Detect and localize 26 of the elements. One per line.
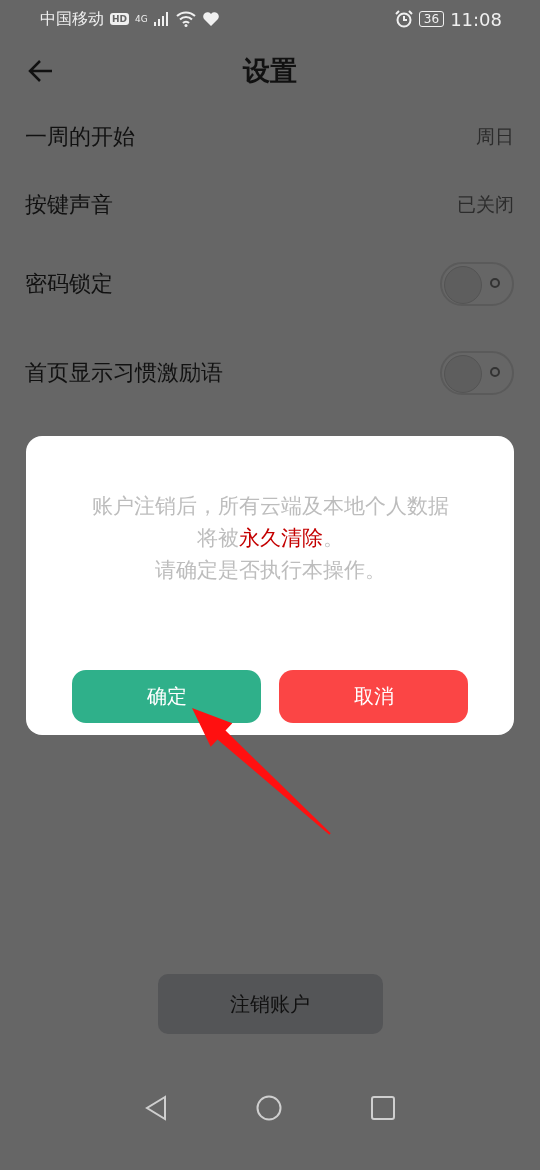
confirm-button[interactable]: 确定 <box>72 670 261 723</box>
delete-account-button[interactable]: 注销账户 <box>157 974 383 1034</box>
hd-badge: HD <box>110 13 129 25</box>
toggle-switch[interactable] <box>440 351 514 395</box>
signal-icon <box>153 12 170 26</box>
setting-label: 按键声音 <box>25 191 113 219</box>
battery-icon: 36 <box>418 11 445 27</box>
clock-time: 11:08 <box>450 8 502 30</box>
home-icon[interactable] <box>256 1095 282 1121</box>
setting-label: 一周的开始 <box>25 123 135 151</box>
cancel-button[interactable]: 取消 <box>279 670 468 723</box>
wifi-icon <box>175 11 196 27</box>
back-icon[interactable] <box>144 1095 167 1121</box>
carrier-name: 中国移动 <box>40 8 104 30</box>
network-type: 4G <box>135 14 148 24</box>
back-arrow-icon[interactable] <box>28 59 54 83</box>
dialog-message: 账户注销后，所有云端及本地个人数据 将被永久清除。 请确定是否执行本操作。 <box>91 493 449 584</box>
recents-icon[interactable] <box>371 1096 396 1120</box>
page-title: 设置 <box>243 54 297 88</box>
toggle-switch[interactable] <box>440 262 514 306</box>
setting-value[interactable]: 已关闭 <box>457 192 514 218</box>
setting-value[interactable]: 周日 <box>476 124 514 150</box>
setting-label: 首页显示习惯激励语 <box>25 359 223 387</box>
alarm-icon <box>394 10 413 28</box>
setting-label: 密码锁定 <box>25 270 113 298</box>
heart-icon <box>201 11 220 27</box>
